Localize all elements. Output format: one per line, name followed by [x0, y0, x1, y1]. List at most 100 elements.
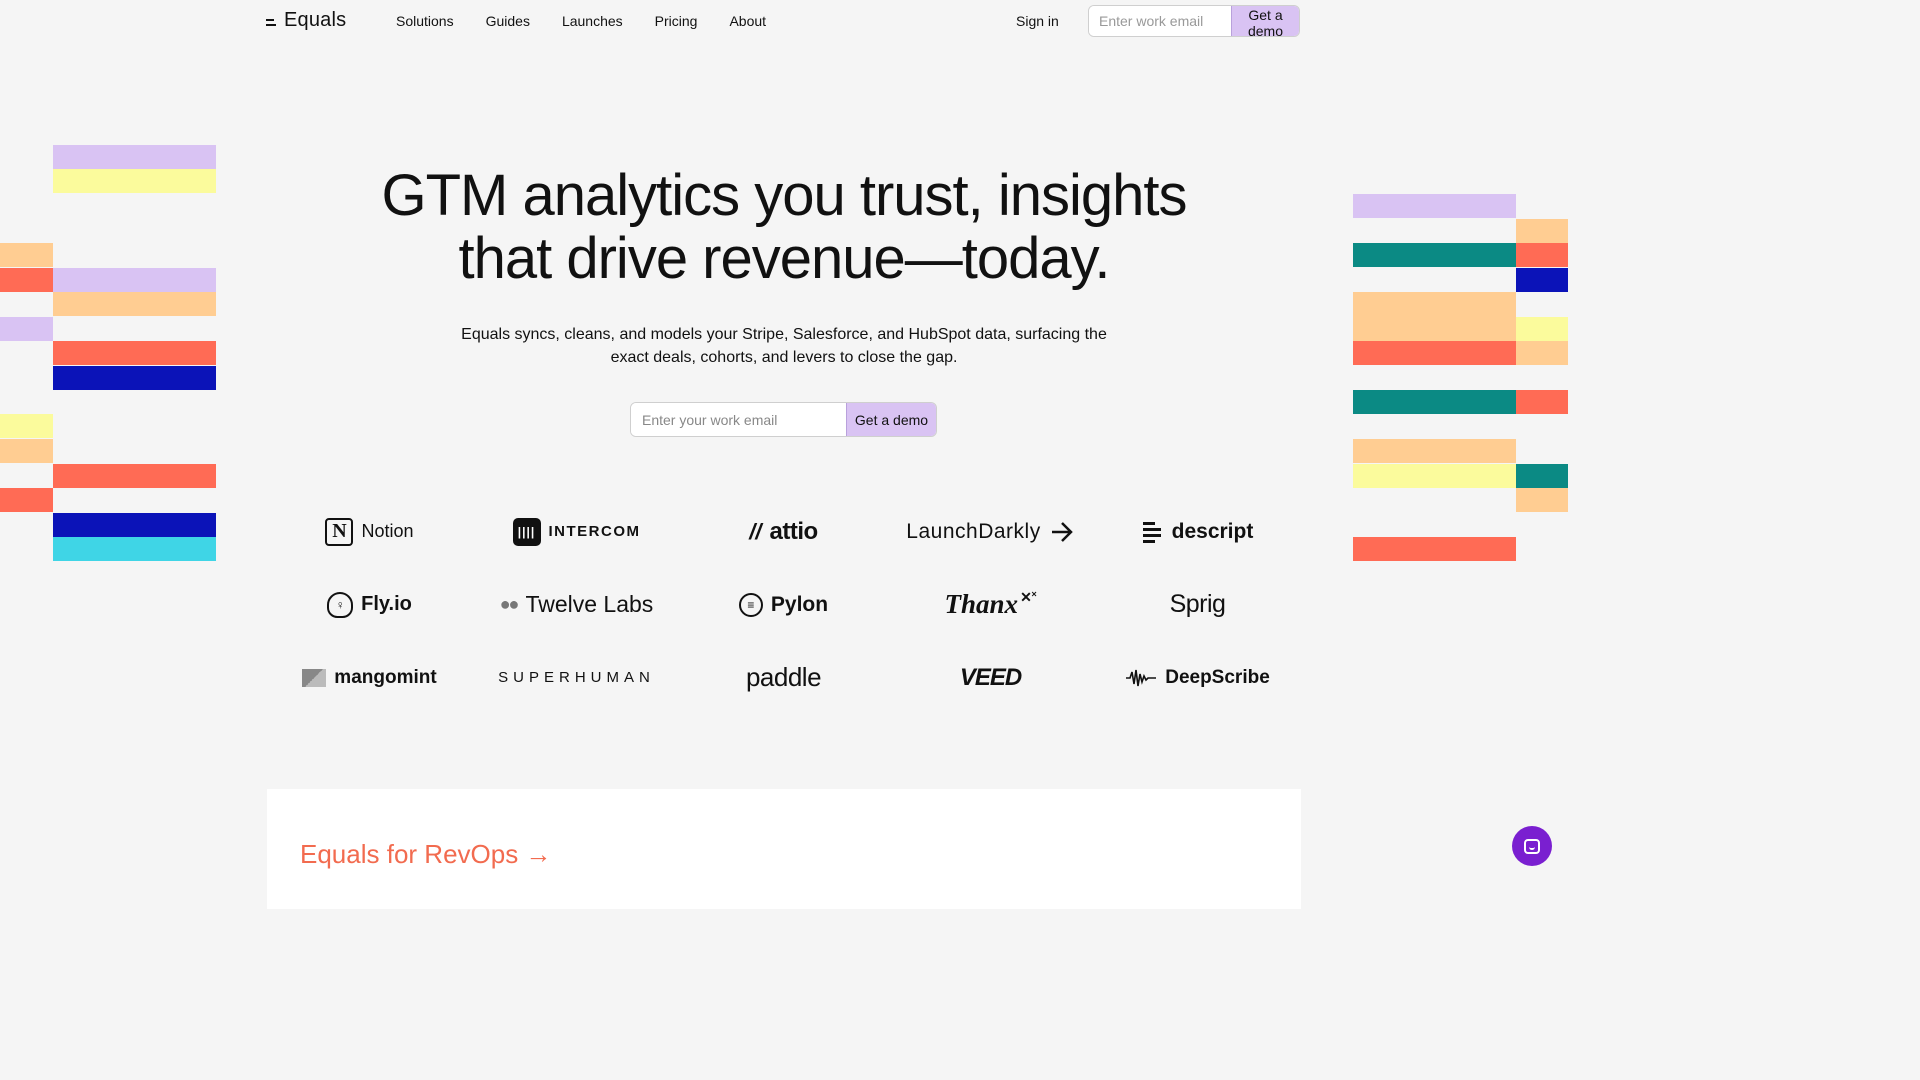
stripe — [1353, 243, 1516, 267]
hero-subtitle-line-2: exact deals, cohorts, and levers to clos… — [610, 349, 958, 366]
stripe — [53, 513, 216, 537]
logo-text: attio — [769, 517, 819, 545]
stripe — [53, 268, 216, 292]
stripe — [0, 317, 53, 341]
stripe — [1516, 317, 1568, 341]
mangomint-icon — [302, 668, 327, 687]
stripe — [1516, 390, 1568, 414]
logo-launchdarkly: LaunchDarkly — [887, 495, 1094, 568]
hero-title-line-1: GTM analytics you trust, insights — [381, 163, 1187, 228]
logo-text: Twelve Labs — [525, 591, 654, 617]
logo-intercom: |||| INTERCOM — [473, 495, 680, 568]
logo-text: descript — [1171, 519, 1254, 543]
logo-notion: N Notion — [266, 495, 473, 568]
stripe — [0, 488, 53, 512]
hero-email-input[interactable] — [631, 403, 846, 436]
logo-text: paddle — [745, 662, 822, 692]
logo-text: VEED — [959, 663, 1022, 691]
logo-sprig: Sprig — [1094, 568, 1301, 641]
hero-demo-form: Get a demo — [630, 402, 937, 437]
logo-text: mangomint — [334, 666, 437, 688]
logo-paddle: paddle — [680, 641, 887, 714]
notion-icon: N — [325, 517, 354, 546]
sign-in-link[interactable]: Sign in — [1016, 13, 1059, 29]
stripe — [1353, 537, 1516, 561]
nav-demo-form: Get a demo — [1088, 5, 1300, 37]
stripe — [1516, 219, 1568, 243]
logo-deepscribe: DeepScribe — [1094, 641, 1301, 714]
stripe — [53, 145, 216, 169]
stripe — [0, 414, 53, 438]
brand-logo[interactable]: Equals — [266, 9, 346, 32]
chat-icon — [1524, 838, 1540, 854]
logo-pylon: ≡ Pylon — [680, 568, 887, 641]
pylon-icon: ≡ — [738, 592, 763, 617]
logo-text: INTERCOM — [548, 523, 641, 540]
attio-icon: // — [749, 518, 762, 544]
chat-launcher-button[interactable] — [1512, 826, 1552, 866]
logo-twelve-labs: ●● Twelve Labs — [473, 568, 680, 641]
logo-thanx: Thanx ✕˟ — [887, 568, 1094, 641]
logo-text: DeepScribe — [1165, 666, 1270, 688]
stripe — [1516, 243, 1568, 267]
logo-text: Sprig — [1169, 590, 1226, 618]
logo-veed: VEED — [887, 641, 1094, 714]
stripe — [53, 341, 216, 365]
nav-link-pricing[interactable]: Pricing — [655, 13, 698, 29]
stripe — [1516, 341, 1568, 365]
logo-mangomint: mangomint — [266, 641, 473, 714]
stripe — [1516, 464, 1568, 488]
hero-title: GTM analytics you trust, insights that d… — [284, 164, 1284, 290]
twelve-labs-icon: ●● — [499, 594, 520, 614]
stripe — [53, 366, 216, 390]
equals-logo-icon — [266, 17, 278, 29]
hero-get-demo-button[interactable]: Get a demo — [846, 403, 936, 436]
arrow-icon — [1049, 519, 1075, 545]
stripe — [1353, 194, 1516, 218]
logo-text: Pylon — [770, 592, 829, 616]
intercom-icon: |||| — [512, 517, 541, 546]
nav-link-guides[interactable]: Guides — [486, 13, 530, 29]
stripe — [1353, 292, 1516, 341]
brand-name: Equals — [284, 9, 347, 31]
stripe — [1353, 439, 1516, 463]
logo-fly: ♀ Fly.io — [266, 568, 473, 641]
descript-icon — [1142, 520, 1164, 544]
hero-subtitle-line-1: Equals syncs, cleans, and models your St… — [461, 326, 1107, 343]
nav-links: Solutions Guides Launches Pricing About — [396, 13, 766, 29]
stripe — [1353, 390, 1516, 414]
nav-link-launches[interactable]: Launches — [562, 13, 623, 29]
logo-descript: descript — [1094, 495, 1301, 568]
logo-superhuman: SUPERHUMAN — [473, 641, 680, 714]
nav-get-demo-button[interactable]: Get a demo — [1231, 6, 1299, 36]
top-nav: Equals Solutions Guides Launches Pricing… — [0, 0, 1568, 44]
stripe — [1516, 268, 1568, 292]
hero-title-line-2: that drive revenue—today. — [458, 226, 1111, 291]
stripe — [53, 169, 216, 193]
logo-text: Thanx — [944, 589, 1019, 619]
stripe — [53, 464, 216, 488]
sparkle-icon: ✕˟ — [1020, 589, 1037, 605]
revops-section-card: Equals for RevOps → — [267, 789, 1301, 909]
revops-section-link[interactable]: Equals for RevOps → — [300, 839, 551, 870]
customer-logo-grid: N Notion |||| INTERCOM // attio LaunchDa… — [266, 495, 1302, 714]
balloon-icon: ♀ — [327, 591, 354, 618]
stripe — [0, 268, 53, 292]
stripe — [1353, 341, 1516, 365]
logo-text: LaunchDarkly — [906, 519, 1041, 543]
stripe — [1353, 464, 1516, 488]
stripe — [0, 243, 53, 267]
nav-email-input[interactable] — [1089, 6, 1231, 36]
stripe — [0, 439, 53, 463]
stripe — [53, 537, 216, 561]
waveform-icon — [1125, 668, 1157, 688]
logo-attio: // attio — [680, 495, 887, 568]
nav-link-about[interactable]: About — [729, 13, 766, 29]
hero-subtitle: Equals syncs, cleans, and models your St… — [434, 323, 1134, 369]
logo-text: Fly.io — [361, 593, 412, 615]
nav-link-solutions[interactable]: Solutions — [396, 13, 454, 29]
stripe — [53, 292, 216, 316]
logo-text: SUPERHUMAN — [498, 669, 655, 686]
logo-text: Notion — [361, 521, 414, 541]
stripe — [1516, 488, 1568, 512]
